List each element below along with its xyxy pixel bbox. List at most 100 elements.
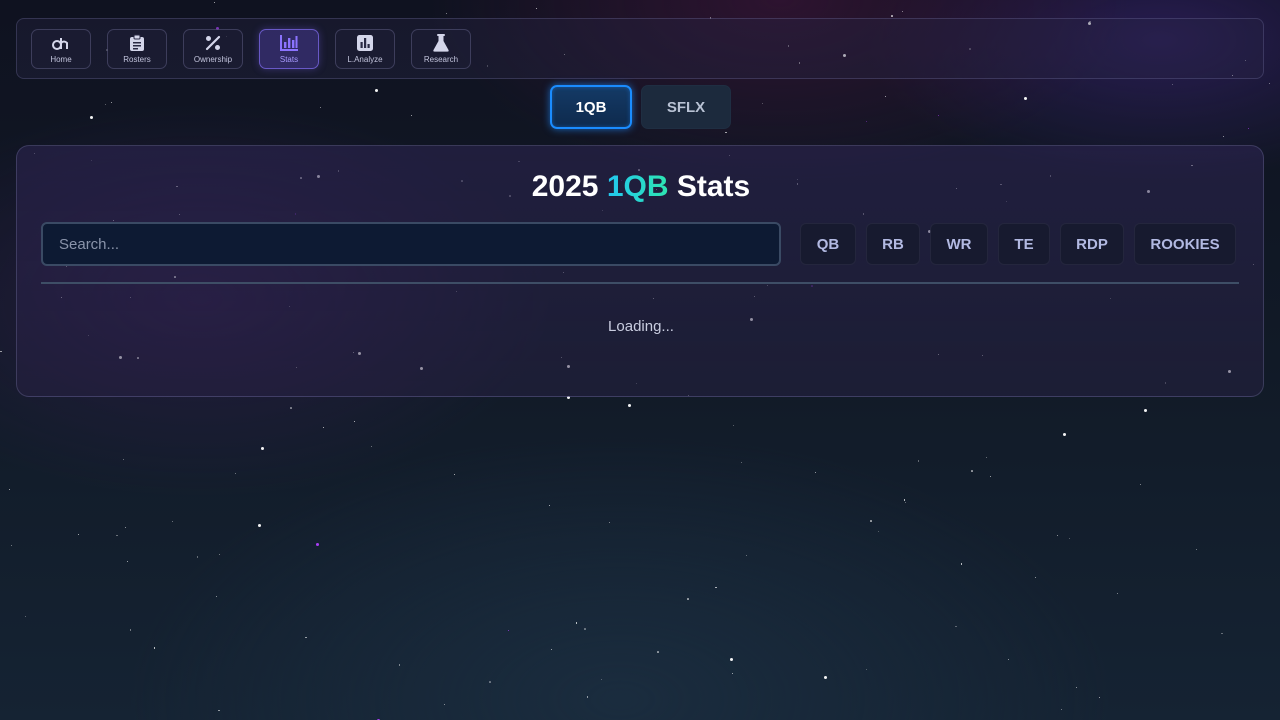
star-dot <box>260 446 264 450</box>
star-dot <box>584 628 586 630</box>
nav-home-label: Home <box>50 55 72 64</box>
star-dot <box>762 103 764 105</box>
page-title: 2025 1QB Stats <box>17 170 1265 204</box>
star-dot <box>917 460 920 462</box>
star-dot <box>971 470 973 472</box>
star-dot <box>370 445 373 448</box>
star-dot <box>1075 686 1077 688</box>
title-year: 2025 <box>531 170 599 203</box>
star-dot <box>877 530 879 532</box>
star-dot <box>290 407 292 409</box>
star-dot <box>213 2 215 4</box>
star-dot <box>955 625 957 627</box>
star-dot <box>905 502 907 504</box>
star-dot <box>125 526 127 528</box>
star-dot <box>1247 127 1250 130</box>
filter-rdp-button[interactable]: RDP <box>1060 223 1124 265</box>
title-suffix: Stats <box>676 170 751 203</box>
star-dot <box>1221 632 1223 635</box>
star-dot <box>823 676 827 680</box>
star-dot <box>319 107 321 109</box>
star-dot <box>316 543 320 547</box>
star-dot <box>891 15 893 17</box>
star-dot <box>745 555 747 557</box>
analyze-chart-icon <box>355 33 375 53</box>
star-dot <box>153 647 156 649</box>
star-dot <box>218 709 220 712</box>
star-dot <box>25 615 27 617</box>
nav-stats-button[interactable]: Stats <box>259 28 319 69</box>
star-dot <box>901 10 904 13</box>
star-dot <box>1195 549 1197 551</box>
star-dot <box>218 554 220 556</box>
star-dot <box>586 696 589 698</box>
star-dot <box>985 457 987 459</box>
star-dot <box>171 521 173 523</box>
star-dot <box>627 403 631 407</box>
star-dot <box>657 651 659 653</box>
star-dot <box>9 488 10 490</box>
star-dot <box>454 473 456 475</box>
star-dot <box>77 533 79 535</box>
filter-qb-button[interactable]: QB <box>800 223 856 265</box>
toggle-1qb-button[interactable]: 1QB <box>550 85 632 129</box>
filter-wr-button[interactable]: WR <box>930 223 988 265</box>
star-dot <box>353 421 355 423</box>
star-dot <box>575 622 578 624</box>
star-dot <box>903 499 906 501</box>
star-dot <box>126 560 129 563</box>
star-dot <box>489 681 491 683</box>
filter-rookies-button[interactable]: ROOKIES <box>1134 223 1236 265</box>
star-dot <box>1034 577 1036 579</box>
nav-analyze-label: L.Analyze <box>347 55 383 64</box>
nav-research-label: Research <box>423 55 459 64</box>
star-dot <box>1063 432 1067 436</box>
nav-rosters-button[interactable]: Rosters <box>107 28 167 69</box>
star-dot <box>715 586 717 589</box>
search-input[interactable] <box>41 222 781 266</box>
stats-panel: 2025 1QB Stats QB RB WR TE RDP ROOKIES L… <box>16 145 1264 397</box>
star-dot <box>1069 537 1071 539</box>
clipboard-icon <box>127 33 147 53</box>
star-dot <box>305 636 307 639</box>
star-dot <box>1268 82 1271 85</box>
toggle-sflx-button[interactable]: SFLX <box>641 85 731 129</box>
star-dot <box>1023 96 1027 100</box>
star-dot <box>1057 535 1059 537</box>
star-dot <box>938 115 939 117</box>
star-dot <box>733 424 735 426</box>
star-dot <box>725 131 727 134</box>
star-dot <box>1098 697 1100 699</box>
star-dot <box>235 473 237 475</box>
star-dot <box>550 648 552 650</box>
star-dot <box>1140 483 1142 485</box>
star-dot <box>989 475 992 478</box>
star-dot <box>1060 708 1063 711</box>
nav-ownership-label: Ownership <box>193 55 233 64</box>
star-dot <box>1144 409 1148 413</box>
star-dot <box>729 657 733 661</box>
nav-stats-label: Stats <box>279 55 299 64</box>
star-dot <box>196 556 199 558</box>
dh-logo-icon <box>51 33 71 53</box>
top-navigation-bar: Home Rosters Ownership Stats L.Analyze R… <box>16 18 1264 79</box>
nav-ownership-button[interactable]: Ownership <box>183 28 243 69</box>
nav-analyze-button[interactable]: L.Analyze <box>335 28 395 69</box>
filter-rb-button[interactable]: RB <box>866 223 920 265</box>
star-dot <box>1172 84 1174 86</box>
nav-research-button[interactable]: Research <box>411 28 471 69</box>
star-dot <box>608 522 610 524</box>
nav-home-button[interactable]: Home <box>31 28 91 69</box>
format-toggle: 1QB SFLX <box>550 85 731 129</box>
star-dot <box>866 669 868 671</box>
filter-te-button[interactable]: TE <box>998 223 1050 265</box>
star-dot <box>257 524 261 528</box>
star-dot <box>322 426 325 429</box>
star-dot <box>216 596 218 598</box>
star-dot <box>111 101 113 103</box>
star-dot <box>548 504 551 507</box>
star-dot <box>1007 658 1009 660</box>
star-dot <box>815 471 817 473</box>
star-dot <box>10 544 12 546</box>
star-dot <box>884 96 886 98</box>
